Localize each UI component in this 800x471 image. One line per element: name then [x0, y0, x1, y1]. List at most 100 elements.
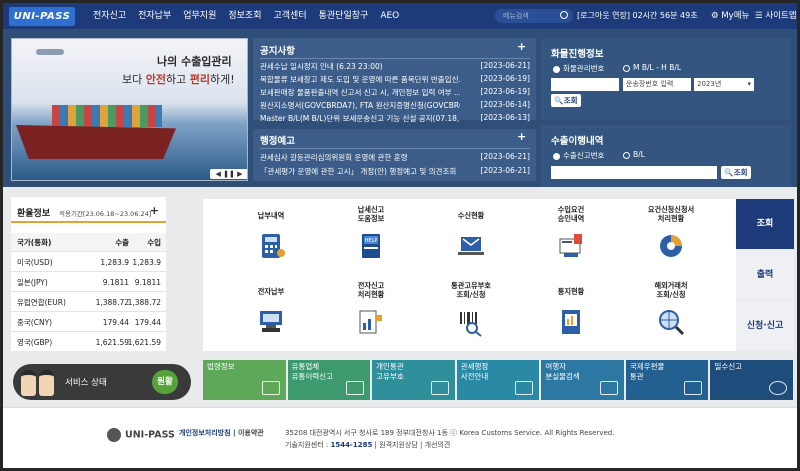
cargo-ship-image: [16, 125, 176, 159]
cart-icon: [684, 381, 703, 395]
privacy-policy-link[interactable]: 개인정보처리방침: [179, 429, 231, 437]
main-banner[interactable]: 나의 수출입관리 보다 안전하고 편리하게! ◀ ❚❚ ▶: [11, 38, 248, 181]
export-number-input[interactable]: [551, 166, 717, 179]
my-menu-button[interactable]: ⚙ My메뉴: [711, 3, 749, 29]
unipass-logo[interactable]: UNI-PASS: [9, 7, 75, 26]
barcode-icon: [430, 381, 449, 395]
rate-row: 유럽연합(EUR) 1,388.72 1,388.72: [11, 293, 166, 312]
quick-link-lost-items[interactable]: 여행자 분실물검색: [541, 360, 624, 400]
containers-image: [52, 105, 162, 127]
remote-support-link[interactable]: 원격지원상담: [379, 441, 418, 449]
export-title: 수출이행내역: [551, 136, 604, 147]
menu-item-aeo[interactable]: AEO: [374, 3, 405, 29]
banner-subline: 보다 안전하고 편리하게!: [122, 73, 235, 86]
admin-notice-title: 행정예고: [260, 136, 295, 147]
admin-notice-item[interactable]: 「관세평가 운영에 관한 고시」 개정(안) 행정예고 및 의견조회 [2023-…: [260, 166, 530, 179]
quick-link-personal-code[interactable]: 개인통관 고유부호: [372, 360, 455, 400]
notice-item[interactable]: 원산지소명서(GOVCBRDA7), FTA 원산지증명신청(GOVCBR036…: [260, 100, 530, 113]
approval-doc-icon: [559, 234, 582, 257]
terms-link[interactable]: 이용약관: [238, 429, 264, 437]
footer-support: 기술지원센터 : 1544-1285 | 원격지원상담 | 개선의견: [285, 441, 451, 449]
admin-notice-item[interactable]: 관세심사 갈등관리심의위원회 운영에 관한 훈령 [2023-06-21]: [260, 152, 530, 165]
radio-selected-icon: [553, 152, 560, 160]
notice-chart-icon: [562, 310, 580, 334]
cargo-progress-panel: 화물진행정보 화물관리번호 M B/L - H B/L 운송장번호 입력 202…: [541, 38, 791, 120]
year-select[interactable]: 2023년 ▾: [694, 78, 754, 91]
search-icon: 🔍: [724, 168, 734, 177]
tab-inquiry[interactable]: 조회: [736, 199, 794, 249]
tab-application[interactable]: 신청·신고: [736, 301, 794, 351]
exchange-rate-period: 적용기간[23.06.18~23.06.24]: [59, 210, 152, 218]
notice-item[interactable]: 보세판매장 물품판출내역 신고서 신고 시, 개인정보 입력 여부 ... [20…: [260, 87, 530, 100]
report-chart-icon: [359, 310, 382, 334]
notice-item[interactable]: Master B/L(M B/L)단위 보세운송신고 기능 신설 공지(07.1…: [260, 113, 530, 123]
quick-link-law-info[interactable]: 법령정보: [203, 360, 286, 400]
quick-link-distribution-report[interactable]: 유통업체 유통이력신고: [287, 360, 371, 400]
waybill-input[interactable]: 운송장번호 입력: [623, 78, 691, 91]
service-status-label: 서비스 상태: [65, 378, 107, 388]
exchange-rate-header: 환율정보 적용기간[23.06.18~23.06.24] +: [11, 197, 166, 223]
menu-search-input[interactable]: 메뉴검색: [495, 9, 573, 23]
menu-item-customer-center[interactable]: 고객센터: [268, 3, 313, 29]
radio-selected-icon: [553, 65, 560, 73]
exchange-rate-more-plus-icon[interactable]: +: [150, 204, 159, 217]
pen-icon: [346, 381, 365, 395]
admin-notice-panel: 행정예고 + 관세심사 갈등관리심의위원회 운영에 관한 훈령 [2023-06-…: [253, 129, 536, 181]
menu-item-support[interactable]: 업무지원: [177, 3, 222, 29]
rate-table-header: 국가(통화) 수출 수입: [11, 233, 166, 252]
service-receive-status[interactable]: 수신현황: [423, 199, 519, 275]
service-payment-history[interactable]: 납부내역: [223, 199, 319, 275]
session-timer[interactable]: [로그아웃 연장] 02시간 56분 49초: [577, 3, 698, 29]
export-history-panel: 수출이행내역 수출신고번호 B/L 🔍조회: [541, 125, 791, 187]
search-icon[interactable]: [560, 11, 568, 19]
quick-link-smuggling-report[interactable]: 밀수신고: [710, 360, 794, 400]
tab-print[interactable]: 출력: [736, 250, 794, 300]
service-tax-help[interactable]: 납세신고 도움정보 HELP: [323, 199, 419, 275]
footer-links: 개인정보처리방침 | 이용약관: [179, 429, 264, 437]
cargo-title: 화물진행정보: [551, 49, 604, 60]
cargo-search-button[interactable]: 🔍조회: [551, 94, 581, 107]
phone-24-icon: [769, 381, 788, 395]
notice-more-plus-icon[interactable]: +: [517, 40, 526, 53]
service-import-approval[interactable]: 수입요건 승인내역: [523, 199, 619, 275]
banner-controls[interactable]: ◀ ❚❚ ▶: [210, 169, 247, 179]
feedback-link[interactable]: 개선의견: [425, 441, 451, 449]
export-search-button[interactable]: 🔍조회: [721, 166, 751, 179]
notice-item[interactable]: 복합물류 보세창고 제도 도입 및 운영에 따른 품목단위 반출입신... [20…: [260, 74, 530, 87]
page-frame: UNI-PASS 전자신고 전자납부 업무지원 정보조회 고객센터 통관단일창구…: [3, 3, 797, 468]
service-customs-code[interactable]: 통관고유부호 조회/신청: [423, 275, 519, 351]
service-notice-status[interactable]: 통지현황: [523, 275, 619, 351]
service-e-filing-status[interactable]: 전자신고 처리현황: [323, 275, 419, 351]
help-book-icon: HELP: [362, 234, 380, 258]
sitemap-button[interactable]: ☰ 사이트맵: [755, 3, 797, 29]
quick-link-advance-guide[interactable]: 관세행정 사전안내: [456, 360, 540, 400]
radio-bl[interactable]: B/L: [623, 150, 645, 159]
rate-row: 일본(JPY) 9.1811 9.1811: [11, 273, 166, 292]
hamburger-icon: ☰: [755, 11, 763, 21]
service-e-payment[interactable]: 전자납부: [223, 275, 319, 351]
suitcase-icon: [599, 381, 618, 395]
avatar: [39, 370, 54, 396]
cargo-number-input[interactable]: [551, 78, 619, 91]
exchange-rate-title: 환율정보: [17, 209, 51, 219]
notice-item[interactable]: 관세수납 일시정지 안내 (6.23 23:00) [2023-06-21]: [260, 61, 530, 74]
quick-link-intl-mail[interactable]: 국제우편물 통관: [625, 360, 709, 400]
rate-row: 미국(USD) 1,283.9 1,283.9: [11, 253, 166, 272]
chevron-down-icon: ▾: [747, 80, 751, 88]
radio-unselected-icon: [623, 151, 630, 159]
menu-item-single-window[interactable]: 통관단일창구: [313, 3, 375, 29]
rate-row: 중국(CNY) 179.44 179.44: [11, 313, 166, 332]
person-icon: [515, 381, 534, 395]
footer-logo: UNI-PASS: [107, 428, 175, 442]
menu-item-inquiry[interactable]: 정보조회: [222, 3, 267, 29]
menu-item-e-filing[interactable]: 전자신고: [87, 3, 132, 29]
admin-notice-more-plus-icon[interactable]: +: [517, 130, 526, 143]
service-overseas-partner[interactable]: 해외거래처 조회/신청: [623, 275, 719, 351]
korea-customs-emblem-icon: [107, 428, 121, 442]
menu-item-e-payment[interactable]: 전자납부: [132, 3, 177, 29]
radio-mbl-hbl[interactable]: M B/L - H B/L: [623, 63, 681, 72]
radio-cargo-number[interactable]: 화물관리번호: [553, 63, 604, 74]
radio-export-number[interactable]: 수출신고번호: [553, 150, 604, 161]
service-request-status[interactable]: 요건신청신청서 처리현황: [623, 199, 719, 275]
service-tabs: 조회 출력 신청·신고: [736, 199, 794, 351]
